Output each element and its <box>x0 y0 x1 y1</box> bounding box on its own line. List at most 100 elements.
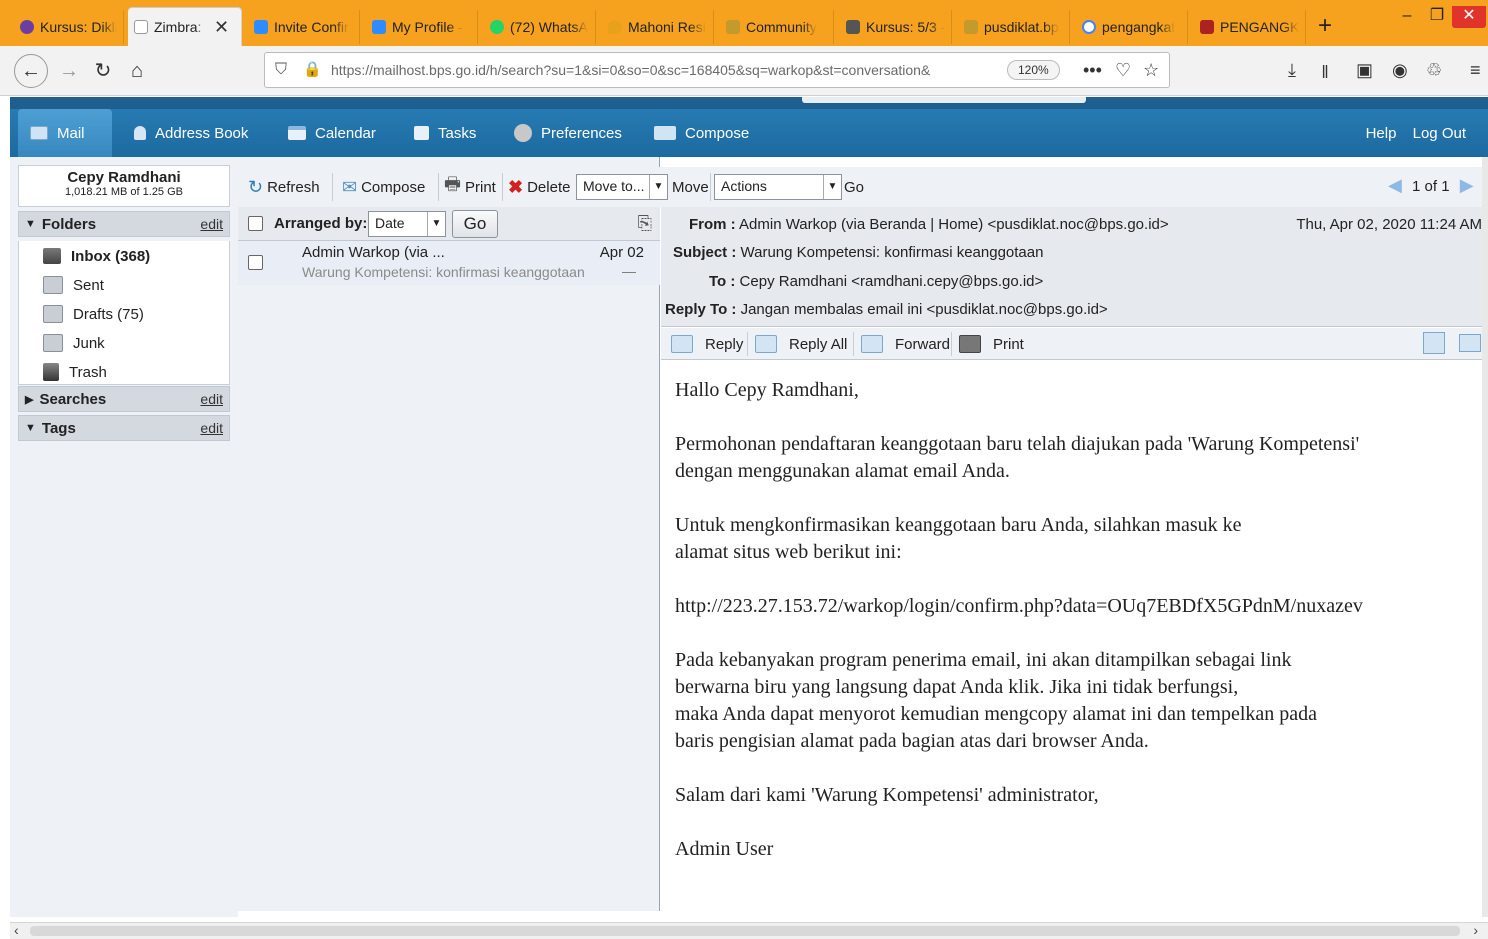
folder-junk[interactable]: Junk <box>43 330 105 356</box>
menu-icon[interactable]: ≡ <box>1470 60 1481 81</box>
to-value[interactable]: Cepy Ramdhani <ramdhani.cepy@bps.go.id> <box>740 273 1044 290</box>
nav-tab-address-book[interactable]: Address Book <box>122 109 260 157</box>
nav-tab-calendar[interactable]: Calendar <box>276 109 388 157</box>
actions-select[interactable]: Actions ▼ <box>714 174 842 200</box>
window-close-button[interactable]: ✕ <box>1452 6 1486 28</box>
tags-edit-link[interactable]: edit <box>200 420 223 436</box>
reload-button[interactable]: ↻ <box>86 54 120 88</box>
close-tab-icon[interactable]: ✕ <box>214 17 229 38</box>
browser-tab[interactable]: Community <box>720 10 834 44</box>
folder-sent[interactable]: Sent <box>43 272 104 298</box>
downloads-icon[interactable]: ⤓ <box>1288 60 1296 81</box>
account-icon[interactable]: ◉ <box>1392 60 1408 81</box>
browser-tab[interactable]: Kursus: Dikla <box>14 10 124 44</box>
browser-tab[interactable]: Kursus: 5/3 - <box>840 10 952 44</box>
zoom-indicator[interactable]: 120% <box>1007 60 1060 80</box>
folders-edit-link[interactable]: edit <box>200 216 223 232</box>
zimbra-topnote <box>802 97 1086 103</box>
searches-header[interactable]: ▶ Searches edit <box>18 386 230 412</box>
collapse-icon[interactable]: ▼ <box>25 422 36 434</box>
extension-icon[interactable]: ♲ <box>1426 60 1442 81</box>
forward-button[interactable]: → <box>52 54 86 88</box>
browser-tab-active[interactable]: Zimbra: ✕ <box>128 8 242 46</box>
scroll-left-icon[interactable]: ‹ <box>14 922 19 938</box>
move-to-select[interactable]: Move to... ▼ <box>576 174 668 200</box>
chevron-down-icon: ▼ <box>823 175 841 199</box>
reply-all-button[interactable]: Reply All <box>755 333 847 355</box>
nav-tab-mail[interactable]: Mail <box>18 109 112 157</box>
next-page-icon[interactable]: ▶ <box>1460 175 1474 195</box>
chevron-down-icon: ▼ <box>427 212 445 236</box>
from-value[interactable]: Admin Warkop (via Beranda | Home) <pusdi… <box>739 216 1169 233</box>
browser-tab[interactable]: pengangkat <box>1076 10 1188 44</box>
sidebar-icon[interactable]: ▣ <box>1356 60 1373 81</box>
browser-tab[interactable]: (72) WhatsA <box>484 10 596 44</box>
actions-go-button[interactable]: Go <box>844 175 864 199</box>
scroll-right-icon[interactable]: › <box>1473 922 1478 938</box>
collapse-icon[interactable]: ▼ <box>25 218 36 230</box>
url-text[interactable]: https://mailhost.bps.go.id/h/search?su=1… <box>331 62 991 78</box>
minimize-button[interactable]: – <box>1390 6 1424 28</box>
reply-icon <box>671 335 693 353</box>
show-original-icon[interactable] <box>1459 334 1481 352</box>
nav-tab-compose[interactable]: Compose <box>642 109 761 157</box>
nav-tab-preferences[interactable]: Preferences <box>502 109 634 157</box>
tab-strip: Kursus: Dikla Zimbra: ✕ Invite Confir My… <box>0 0 1488 52</box>
url-bar[interactable]: ⛉ 🔒 https://mailhost.bps.go.id/h/search?… <box>264 52 1170 88</box>
confirm-link[interactable]: http://223.27.153.72/warkop/login/confir… <box>675 593 1467 620</box>
searches-edit-link[interactable]: edit <box>200 391 223 407</box>
move-button[interactable]: Move <box>672 175 709 199</box>
logout-link[interactable]: Log Out <box>1413 125 1466 142</box>
browser-tab[interactable]: Mahoni Resi <box>602 10 714 44</box>
print-message-button[interactable]: Print <box>959 333 1024 355</box>
horizontal-scrollbar[interactable]: ‹ › <box>10 922 1488 939</box>
library-icon[interactable]: 𝍪 <box>1322 60 1328 90</box>
scrollbar-thumb[interactable] <box>30 926 1460 936</box>
action-divider <box>747 332 748 356</box>
message-snippet: Warung Kompetensi: konfirmasi keanggotaa… <box>302 264 585 280</box>
folder-trash[interactable]: Trash <box>43 359 107 385</box>
mail-icon <box>30 126 48 140</box>
zoom-icon <box>372 20 386 34</box>
google-icon <box>1082 20 1096 34</box>
folder-inbox[interactable]: Inbox (368) <box>43 243 150 269</box>
print-button[interactable]: 🖶 Print <box>444 174 496 199</box>
prev-page-icon[interactable]: ◀ <box>1388 175 1402 195</box>
browser-navbar: ← → ↻ ⌂ ⛉ 🔒 https://mailhost.bps.go.id/h… <box>0 46 1488 96</box>
bookmark-star-icon[interactable]: ☆ <box>1143 60 1159 81</box>
browser-tab[interactable]: Invite Confir <box>248 10 360 44</box>
browser-tab[interactable]: pusdiklat.bp <box>958 10 1070 44</box>
new-tab-button[interactable]: + <box>1310 12 1340 40</box>
tags-header[interactable]: ▼ Tags edit <box>18 415 230 441</box>
pager: ◀ 1 of 1 ▶ <box>1388 175 1474 195</box>
message-priority: — <box>622 263 636 279</box>
nav-tab-tasks[interactable]: Tasks <box>402 109 488 157</box>
message-sender: Admin Warkop (via ... <box>302 244 445 261</box>
back-button[interactable]: ← <box>14 54 48 88</box>
open-new-window-icon[interactable] <box>1423 332 1445 354</box>
sort-select[interactable]: Date ▼ <box>368 211 446 237</box>
delete-button[interactable]: ✖ Delete <box>508 175 570 199</box>
forward-button[interactable]: Forward <box>861 333 950 355</box>
reply-to-value[interactable]: Jangan membalas email ini <pusdiklat.noc… <box>741 301 1108 318</box>
more-actions-icon[interactable]: ••• <box>1083 60 1102 81</box>
body-paragraph: Permohonan pendaftaran keanggotaan baru … <box>675 433 1360 482</box>
restore-button[interactable]: ❐ <box>1420 6 1454 28</box>
vertical-scrollbar[interactable] <box>1482 157 1488 917</box>
select-all-checkbox[interactable] <box>248 216 263 231</box>
compose-button[interactable]: ✉ Compose <box>342 175 425 199</box>
pocket-icon[interactable]: ♡ <box>1115 60 1131 81</box>
browser-tab[interactable]: PENGANGK <box>1194 10 1306 44</box>
sort-go-button[interactable]: Go <box>452 210 498 238</box>
refresh-icon: ↻ <box>248 176 264 197</box>
expand-icon[interactable]: ▶ <box>25 393 33 406</box>
list-item[interactable]: Admin Warkop (via ... Warung Kompetensi:… <box>238 241 660 285</box>
refresh-button[interactable]: ↻ Refresh <box>248 175 320 199</box>
folder-drafts[interactable]: Drafts (75) <box>43 301 144 327</box>
help-link[interactable]: Help <box>1366 125 1397 142</box>
folders-header[interactable]: ▼ Folders edit <box>18 211 230 237</box>
browser-tab[interactable]: My Profile - <box>366 10 478 44</box>
home-button[interactable]: ⌂ <box>120 54 154 88</box>
reply-button[interactable]: Reply <box>671 333 743 355</box>
message-checkbox[interactable] <box>248 255 263 270</box>
